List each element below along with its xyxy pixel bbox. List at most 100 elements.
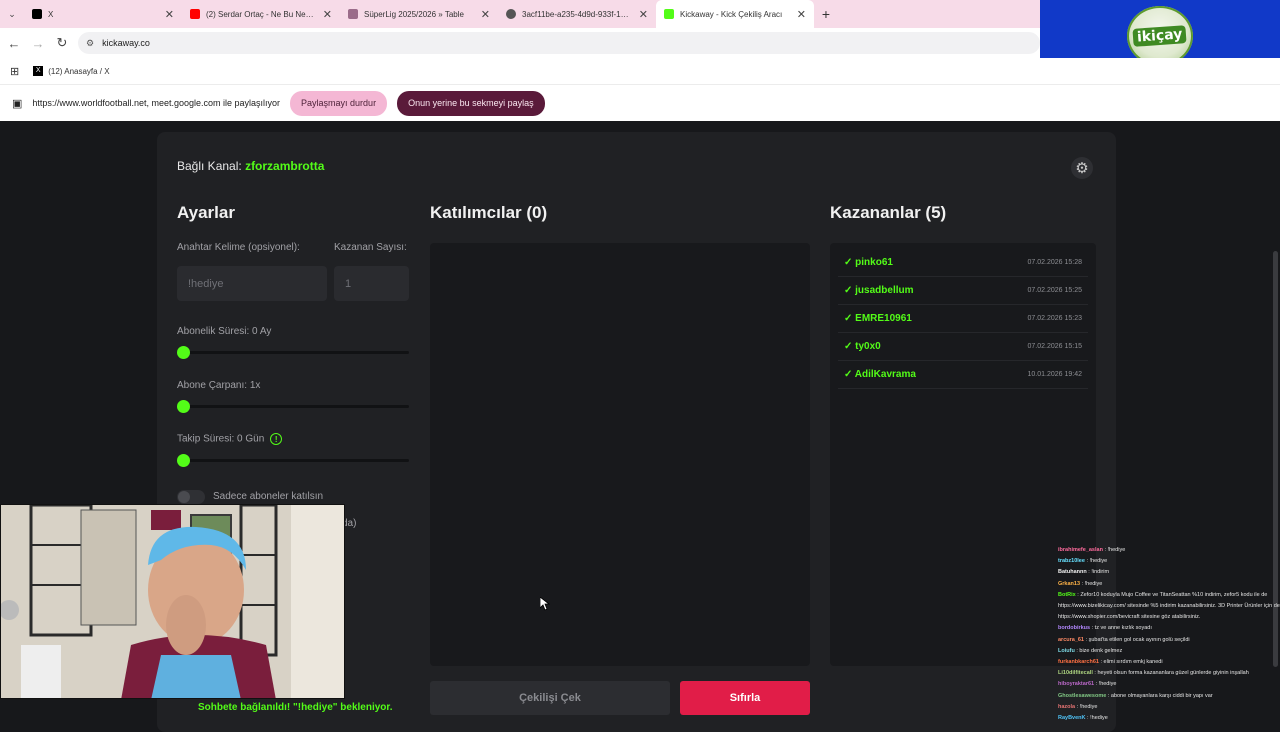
tab-title: 3acf11be-a235-4d9d-933f-17e7f: [522, 9, 633, 19]
chat-text: : !hediye: [1086, 558, 1108, 565]
winner-name: ✓ jusadbellum: [844, 285, 914, 296]
winner-count-input[interactable]: 1: [334, 266, 409, 301]
chat-username: Loiufu: [1058, 647, 1075, 654]
back-arrow-icon[interactable]: ←: [6, 36, 22, 51]
chat-username: BotRix: [1058, 591, 1076, 598]
chat-username: trabz10lee: [1058, 558, 1085, 565]
chat-message: furkanbkarch61 : elimi sırdım emkj kaned…: [1058, 657, 1280, 668]
chat-username: furkanbkarch61: [1058, 659, 1099, 666]
winner-date: 10.01.2026 19:42: [1027, 371, 1083, 378]
winners-title: Kazananlar (5): [830, 203, 947, 222]
settings-gear-icon[interactable]: ⚙: [1071, 157, 1093, 179]
chat-text: : şubat'ta etilen gol ocak ayının golü s…: [1085, 636, 1190, 643]
share-info-text: https://www.worldfootball.net, meet.goog…: [32, 98, 281, 108]
site-info-icon[interactable]: ⚙: [86, 38, 94, 49]
close-tab-icon[interactable]: ✕: [165, 8, 174, 21]
winner-name: ✓ pinko61: [844, 257, 893, 268]
winner-name: ✓ ty0x0: [844, 341, 881, 352]
chat-username: hazola: [1058, 703, 1076, 710]
screen-share-bar: ▣ https://www.worldfootball.net, meet.go…: [0, 84, 1280, 121]
chat-text: : !hediye: [1087, 715, 1108, 720]
close-tab-icon[interactable]: ✕: [797, 8, 806, 21]
chat-message: trabz10lee : !hediye: [1058, 556, 1280, 567]
bookmark-item[interactable]: X (12) Anasayfa / X: [33, 66, 110, 76]
close-tab-icon[interactable]: ✕: [323, 8, 332, 21]
participants-title: Katılımcılar (0): [430, 203, 548, 222]
bookmark-label: (12) Anasayfa / X: [48, 66, 110, 76]
chat-username: ibrahimefe_aslan: [1058, 547, 1103, 553]
chat-message: Batuhannn : !indirim: [1058, 567, 1280, 578]
stream-chat-overlay: ibrahimefe_aslan : !hediye trabz10lee : !…: [1058, 545, 1280, 720]
url-text: kickaway.co: [102, 38, 150, 48]
tab-search-chevron-icon[interactable]: ⌄: [0, 9, 24, 20]
tab-title: Kickaway - Kick Çekiliş Aracı: [680, 9, 783, 19]
close-tab-icon[interactable]: ✕: [481, 8, 490, 21]
winner-row: ✓ pinko61 07.02.2026 15:28: [838, 249, 1088, 277]
draw-button[interactable]: Çekilişi Çek: [430, 681, 670, 715]
browser-tab[interactable]: (2) Serdar Ortaç - Ne Bu Neşe - ✕: [182, 0, 340, 28]
url-field[interactable]: ⚙ kickaway.co: [78, 32, 1040, 54]
youtube-favicon-icon: [190, 9, 200, 19]
chat-username: arcura_61: [1058, 636, 1084, 643]
chat-text: : !hediye: [1095, 681, 1117, 688]
logo-text: ikiçay: [1132, 24, 1188, 47]
chat-message: RayBvenK : !hediye: [1058, 713, 1280, 720]
info-icon[interactable]: !: [270, 433, 283, 445]
tab-title: X: [48, 9, 54, 19]
chat-username: Ghostlesawesome: [1058, 692, 1107, 699]
slider-knob[interactable]: [177, 400, 190, 413]
chat-message: Li10dilfitecall : heyeti olsun forma kaz…: [1058, 668, 1280, 679]
stop-sharing-button[interactable]: Paylaşmayı durdur: [290, 90, 388, 116]
winner-row: ✓ ty0x0 07.02.2026 15:15: [838, 333, 1088, 361]
apps-grid-icon[interactable]: ⊞: [10, 65, 19, 78]
new-tab-plus-icon[interactable]: +: [814, 6, 838, 22]
reset-button[interactable]: Sıfırla: [680, 681, 810, 715]
browser-tab[interactable]: SüperLig 2025/2026 » Table ✕: [340, 0, 498, 28]
share-this-tab-button[interactable]: Onun yerine bu sekmeyi paylaş: [397, 90, 545, 116]
sub-duration-slider[interactable]: [177, 346, 409, 359]
keyword-input[interactable]: !hediye: [177, 266, 327, 301]
chat-text: : Zefor10 koduyla Mujo Coffee ve TitanSe…: [1058, 591, 1280, 621]
chat-message: arcura_61 : şubat'ta etilen gol ocak ayı…: [1058, 635, 1280, 646]
slider-knob[interactable]: [177, 454, 190, 467]
follow-duration-label: Takip Süresi: 0 Gün: [177, 433, 265, 445]
worldfootball-favicon-icon: [348, 9, 358, 19]
chat-text: : !hediye: [1076, 703, 1098, 710]
streamer-webcam-image: [1, 505, 344, 698]
participants-panel: [430, 243, 810, 666]
follow-duration-slider[interactable]: [177, 454, 409, 467]
browser-tab-active[interactable]: Kickaway - Kick Çekiliş Aracı ✕: [656, 0, 814, 28]
bookmarks-bar: ⊞ X (12) Anasayfa / X: [0, 58, 1280, 84]
winners-panel: ✓ pinko61 07.02.2026 15:28 ✓ jusadbellum 0…: [830, 243, 1096, 666]
chat-username: Grkan13: [1058, 580, 1081, 587]
address-bar-row: ← → ↻ ⚙ kickaway.co: [0, 28, 1040, 58]
chat-text: : bize denk gelmez: [1076, 647, 1123, 654]
screen-share-icon: ▣: [12, 97, 23, 110]
x-favicon-icon: [32, 9, 42, 19]
chat-username: Li10dilfitecall: [1058, 670, 1093, 677]
mouse-cursor-icon: [540, 597, 550, 611]
connected-channel: Bağlı Kanal: zforzambrotta: [177, 159, 324, 173]
winner-count-label: Kazanan Sayısı:: [334, 242, 407, 253]
subs-only-toggle[interactable]: [177, 490, 205, 504]
slider-knob[interactable]: [177, 346, 190, 359]
winner-name: ✓ AdilKavrama: [844, 369, 916, 380]
keyword-label: Anahtar Kelime (opsiyonel):: [177, 242, 300, 253]
browser-tab[interactable]: X ✕: [24, 0, 182, 28]
chat-text: : !hediye: [1081, 580, 1103, 587]
forward-arrow-icon[interactable]: →: [30, 36, 46, 51]
winner-date: 07.02.2026 15:25: [1027, 287, 1083, 294]
close-tab-icon[interactable]: ✕: [639, 8, 648, 21]
reload-icon[interactable]: ↻: [54, 35, 70, 51]
chat-text: : elimi sırdım emkj kanedi: [1100, 659, 1163, 666]
chat-message: bordobirkus : tz ve anne kızlık soyadı: [1058, 623, 1280, 634]
chat-username: RayBvenK: [1058, 715, 1086, 720]
sub-multiplier-slider[interactable]: [177, 400, 409, 413]
chat-status-text: Sohbete bağlanıldı! "!hediye" bekleniyor…: [198, 702, 393, 713]
chat-message: hiboyraktar61 : !hediye: [1058, 679, 1280, 690]
chat-text: : !hediye: [1104, 547, 1126, 553]
chat-text: : tz ve anne kızlık soyadı: [1091, 625, 1152, 632]
chat-message: ibrahimefe_aslan : !hediye: [1058, 545, 1280, 556]
browser-tab[interactable]: 3acf11be-a235-4d9d-933f-17e7f ✕: [498, 0, 656, 28]
sub-duration-label: Abonelik Süresi: 0 Ay: [177, 326, 272, 337]
